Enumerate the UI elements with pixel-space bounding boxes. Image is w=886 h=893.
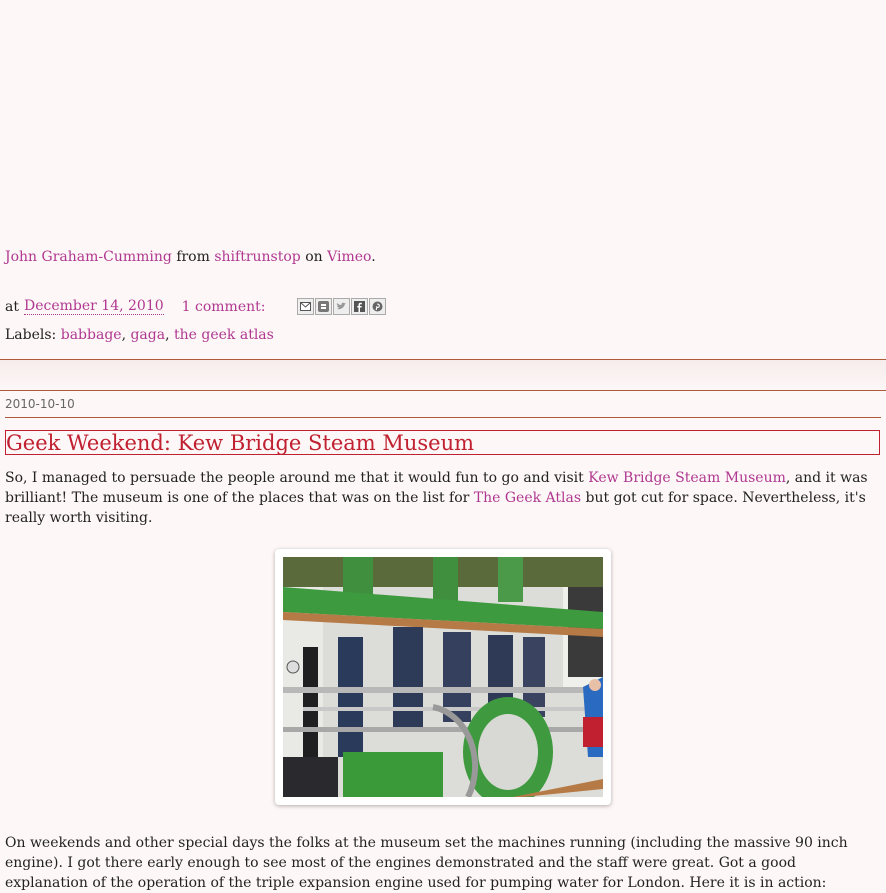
post-divider xyxy=(0,359,886,391)
comments-link[interactable]: 1 comment: xyxy=(182,299,266,315)
post-paragraph-engines: On weekends and other special days the f… xyxy=(5,835,848,891)
video-credit: John Graham-Cumming from shiftrunstop on… xyxy=(5,249,376,265)
email-icon[interactable] xyxy=(297,298,315,315)
kew-bridge-museum-link[interactable]: Kew Bridge Steam Museum xyxy=(588,470,786,486)
steam-engine-photo[interactable] xyxy=(283,557,603,797)
label-link-gaga[interactable]: gaga xyxy=(130,327,165,343)
intro-text-a: So, I managed to persuade the people aro… xyxy=(5,470,589,486)
geek-atlas-link[interactable]: The Geek Atlas xyxy=(474,490,581,506)
post-labels: Labels: babbage, gaga, the geek atlas xyxy=(5,327,274,343)
credit-on-text: on xyxy=(305,249,323,265)
video-author-link[interactable]: John Graham-Cumming xyxy=(5,249,172,265)
label-separator: , xyxy=(165,327,170,343)
label-link-babbage[interactable]: babbage xyxy=(61,327,122,343)
labels-prefix: Labels: xyxy=(5,327,57,343)
label-link-the-geek-atlas[interactable]: the geek atlas xyxy=(174,327,274,343)
steam-engine-photo-frame[interactable] xyxy=(275,549,611,805)
video-user-link[interactable]: shiftrunstop xyxy=(214,249,300,265)
credit-period: . xyxy=(371,249,376,265)
label-separator: , xyxy=(121,327,127,343)
post-footer-meta: at December 14, 2010 1 comment: xyxy=(5,298,387,315)
post-permalink-date[interactable]: December 14, 2010 xyxy=(23,298,164,315)
twitter-icon[interactable] xyxy=(333,298,351,315)
post-paragraph-intro: So, I managed to persuade the people aro… xyxy=(5,468,881,528)
blogger-icon[interactable] xyxy=(315,298,333,315)
pinterest-icon[interactable] xyxy=(369,298,387,315)
share-buttons xyxy=(297,298,387,315)
post-title-link[interactable]: Geek Weekend: Kew Bridge Steam Museum xyxy=(6,431,474,455)
post-date-header: 2010-10-10 xyxy=(5,397,881,418)
facebook-icon[interactable] xyxy=(351,298,369,315)
vimeo-link[interactable]: Vimeo xyxy=(327,249,371,265)
posted-at-text: at xyxy=(5,298,19,315)
post-title[interactable]: Geek Weekend: Kew Bridge Steam Museum xyxy=(5,430,880,455)
credit-from-text: from xyxy=(176,249,210,265)
